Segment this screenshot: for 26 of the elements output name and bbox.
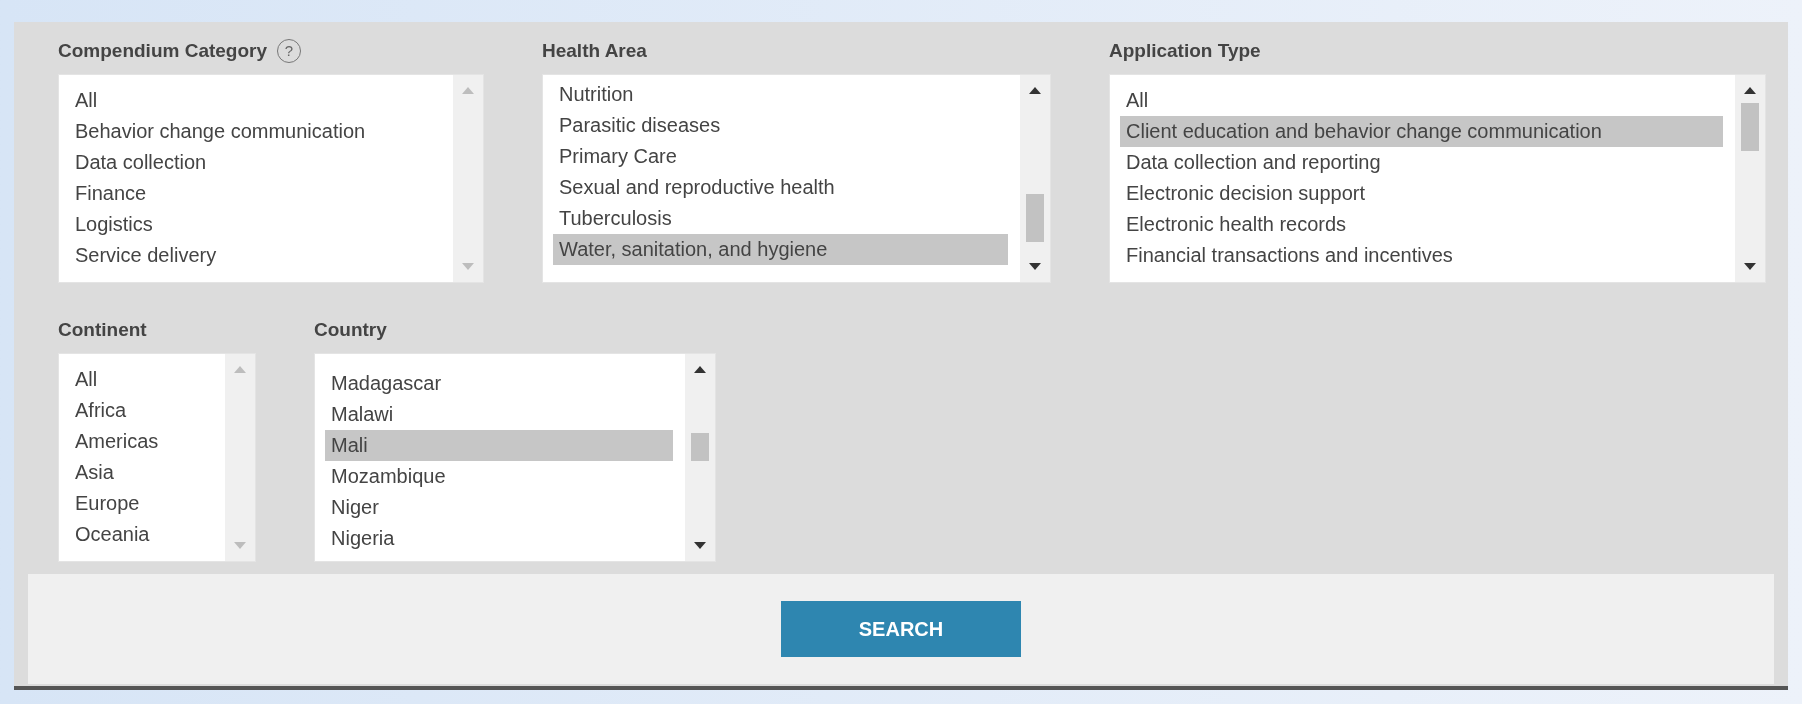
list-option[interactable]: Water, sanitation, and hygiene — [553, 234, 1008, 265]
scroll-down-arrow-icon[interactable] — [694, 542, 706, 549]
scroll-thumb[interactable] — [1741, 103, 1759, 151]
search-button[interactable]: SEARCH — [781, 601, 1021, 657]
scroll-up-arrow-icon[interactable] — [1029, 87, 1041, 94]
list-box[interactable]: Madagascar Malawi Mali Mozambique Niger Nigeria — [314, 353, 716, 562]
list-box[interactable]: Nutrition Parasitic diseases Primary Care Sexual and reproductive health Tuberculosis Water, sanitation, and hygiene — [542, 74, 1051, 283]
filter-label: Compendium Category — [58, 38, 268, 63]
scroll-up-arrow-icon[interactable] — [694, 366, 706, 373]
filter-label: Country — [314, 317, 387, 342]
scroll-down-arrow-icon[interactable] — [1029, 263, 1041, 270]
list-box[interactable]: All Africa Americas Asia Europe Oceania — [58, 353, 256, 562]
list-box[interactable]: All Client education and behavior change communication Data collection and reporting Electronic decision support Electronic health records Financial transactions and incentives — [1109, 74, 1766, 283]
scroll-thumb[interactable] — [691, 433, 709, 461]
scrollbar[interactable] — [685, 354, 715, 561]
scrollbar[interactable] — [1020, 75, 1050, 282]
filter-label: Application Type — [1109, 38, 1261, 63]
list-option[interactable]: Mali — [325, 430, 673, 461]
filter-label: Continent — [58, 317, 147, 342]
filter-label: Health Area — [542, 38, 647, 63]
scrollbar[interactable] — [1735, 75, 1765, 282]
scroll-down-arrow-icon[interactable] — [1744, 263, 1756, 270]
list-box[interactable]: All Behavior change communication Data collection Finance Logistics Service delivery — [58, 74, 484, 283]
scroll-thumb[interactable] — [1026, 194, 1044, 242]
scroll-up-arrow-icon[interactable] — [1744, 87, 1756, 94]
list-option[interactable]: Client education and behavior change communication — [1120, 116, 1723, 147]
